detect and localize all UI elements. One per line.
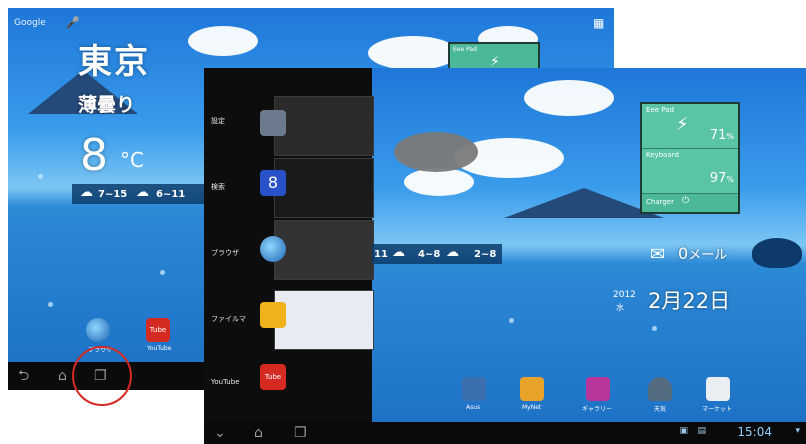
battery-title: Eee Pad — [453, 46, 477, 53]
recent-app-search[interactable]: 8 検索 — [204, 156, 374, 218]
cloud — [404, 168, 474, 196]
recent-apps-screenshot: 設定 8 検索 ブラウザ ファイルマ Tube YouTube 11 ☁ 4~8… — [204, 68, 806, 444]
keyboard-percent: 97% — [709, 171, 734, 186]
keyboard-battery: Keyboard 97% — [642, 149, 738, 194]
app-thumbnail — [274, 158, 374, 218]
cloud — [368, 36, 458, 70]
folder-icon — [260, 302, 286, 328]
forecast-range: 2~8 — [474, 249, 497, 260]
rain-cloud-icon: ☁ — [80, 185, 93, 200]
mail-widget[interactable]: 0メール — [678, 244, 727, 263]
recent-app-label: YouTube — [211, 378, 240, 386]
cloud — [188, 26, 258, 56]
globe-icon — [260, 236, 286, 262]
image-icon[interactable]: ▤ — [697, 426, 706, 436]
forecast-range: 4~8 — [418, 249, 441, 260]
weather-temperature: 8 — [80, 130, 108, 181]
date-year: 2012 — [613, 290, 636, 300]
cloud-icon: ☁ — [136, 185, 149, 200]
status-clock: 15:04 — [737, 425, 772, 439]
recent-app-label: ブラウザ — [211, 249, 239, 257]
home-icon[interactable]: ⌂ — [58, 362, 67, 390]
recent-app-label: ファイルマ — [211, 315, 246, 323]
app-drawer-icon[interactable]: ▦ — [593, 16, 604, 30]
microphone-icon[interactable]: 🎤 — [66, 16, 80, 29]
home-icon[interactable]: ⌂ — [254, 422, 263, 444]
dock-label: マーケット — [702, 406, 733, 413]
weather-condition: 薄曇り — [78, 94, 136, 116]
lightning-icon: ⚡ — [676, 114, 689, 135]
date-month-day: 2月22日 — [648, 289, 731, 313]
date-weekday: 水 — [616, 303, 624, 312]
google-search-label[interactable]: Google — [14, 18, 46, 28]
tablet-battery: Eee Pad ⚡ 71% — [642, 104, 738, 149]
recent-app-youtube[interactable]: Tube YouTube — [204, 348, 372, 410]
recent-apps-icon[interactable]: ❐ — [294, 422, 307, 444]
tablet-percent: 71% — [709, 128, 734, 143]
mail-icon[interactable]: ✉ — [650, 244, 665, 265]
youtube-icon: Tube — [260, 364, 286, 390]
dock-label: MyNet — [522, 404, 542, 411]
whale-icon — [752, 238, 802, 268]
dock-label: Asus — [466, 404, 481, 411]
settings-icon — [260, 110, 286, 136]
battery-widget[interactable]: Eee Pad ⚡ 71% Keyboard 97% Charger ⏻ — [640, 102, 740, 214]
bubble — [160, 270, 165, 275]
app-thumbnail — [274, 220, 374, 280]
battery-title: Eee Pad — [646, 106, 674, 114]
charger-label: Charger — [646, 198, 674, 206]
cloud-icon: ☁ — [392, 245, 405, 260]
bubble — [38, 174, 43, 179]
forecast-range: 11 — [374, 249, 388, 260]
recent-apps-panel: 設定 8 検索 ブラウザ ファイルマ Tube YouTube — [204, 68, 374, 422]
recent-app-settings[interactable]: 設定 — [204, 94, 374, 156]
dock-label: YouTube — [147, 345, 172, 352]
forecast-range: 7~15 — [98, 189, 128, 200]
temperature-unit: °C — [120, 148, 144, 172]
screenshot-icon[interactable]: ▣ — [679, 426, 688, 436]
wifi-icon: ▾ — [795, 426, 800, 436]
cloud — [524, 80, 614, 116]
mynet-icon[interactable] — [520, 377, 544, 401]
recent-app-file-manager[interactable]: ファイルマ — [204, 280, 374, 350]
asus-icon[interactable] — [462, 377, 486, 401]
charger-plug-icon: ⏻ — [682, 196, 690, 206]
weather-city: 東京 — [78, 42, 150, 82]
recent-app-browser[interactable]: ブラウザ — [204, 218, 374, 280]
navigation-bar: ⌄ ⌂ ❐ ▣ ▤ 15:04 ▾ — [204, 422, 806, 444]
app-thumbnail — [274, 96, 374, 156]
globe-icon[interactable] — [86, 318, 110, 342]
dock-label: ギャラリー — [582, 406, 613, 413]
gallery-icon[interactable] — [586, 377, 610, 401]
app-thumbnail — [274, 290, 374, 350]
recent-app-label: 設定 — [211, 117, 225, 125]
cloud-icon: ☁ — [446, 245, 459, 260]
bubble — [509, 318, 514, 323]
google-search-icon: 8 — [260, 170, 286, 196]
bubble — [48, 302, 53, 307]
bubble — [652, 326, 657, 331]
forecast-range: 6~11 — [156, 189, 186, 200]
youtube-icon[interactable]: Tube — [146, 318, 170, 342]
recent-apps-highlight-circle — [72, 346, 132, 406]
back-icon[interactable]: ⮌ — [18, 362, 29, 390]
weather-icon[interactable] — [648, 377, 672, 401]
keyboard-label: Keyboard — [646, 151, 679, 159]
dark-cloud — [394, 132, 478, 172]
recent-app-label: 検索 — [211, 183, 225, 191]
dock-label: 天気 — [654, 406, 667, 413]
market-icon[interactable] — [706, 377, 730, 401]
back-icon[interactable]: ⌄ — [214, 422, 226, 444]
